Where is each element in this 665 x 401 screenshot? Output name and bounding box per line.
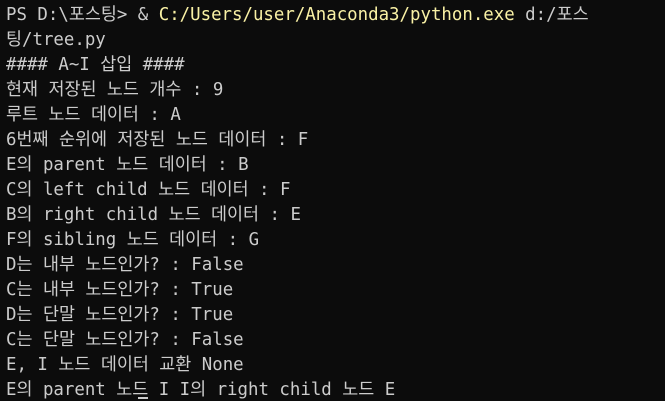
output-line-right-child: B의 right child 노드 데이터 : E [6, 205, 301, 225]
output-line-root: 루트 노드 데이터 : A [6, 105, 181, 125]
output-line-sibling: F의 sibling 노드 데이터 : G [6, 230, 260, 250]
last-line-part-b: I I의 right child 노드 E [148, 380, 396, 400]
call-operator: & [137, 5, 159, 25]
last-line-part-a: E의 parent 노드 [6, 380, 149, 400]
command-line-wrap: 팅/tree.py [6, 28, 665, 53]
output-line-parent: E의 parent 노드 데이터 : B [6, 155, 249, 175]
output-line-c-internal: C는 내부 노드인가? : True [6, 280, 234, 300]
script-arg-part2: 팅/tree.py [6, 30, 106, 50]
output-line-left-child: C의 left child 노드 데이터 : F [6, 180, 291, 200]
output-line-d-internal: D는 내부 노드인가? : False [6, 255, 244, 275]
output-line-c-leaf: C는 단말 노드인가? : False [6, 330, 244, 350]
terminal-window[interactable]: PS D:\포스팅> & C:/Users/user/Anaconda3/pyt… [0, 0, 665, 401]
powershell-prompt: PS D:\포스팅> [6, 5, 138, 25]
python-exe-path: C:/Users/user/Anaconda3/python.exe [158, 5, 515, 25]
command-line: PS D:\포스팅> & C:/Users/user/Anaconda3/pyt… [6, 3, 665, 28]
output-line-rank6: 6번째 순위에 저장된 노드 데이터 : F [6, 130, 309, 150]
output-line-node-count: 현재 저장된 노드 개수 : 9 [6, 80, 224, 100]
script-arg-part1: d:/포스 [514, 5, 589, 25]
output-line-header: #### A~I 삽입 #### [6, 55, 185, 75]
text-cursor [138, 397, 149, 399]
output-line-swap: E, I 노드 데이터 교환 None [6, 355, 244, 375]
output-line-last: E의 parent 노드 I I의 right child 노드 E [6, 378, 665, 401]
output-line-d-leaf: D는 단말 노드인가? : True [6, 305, 234, 325]
